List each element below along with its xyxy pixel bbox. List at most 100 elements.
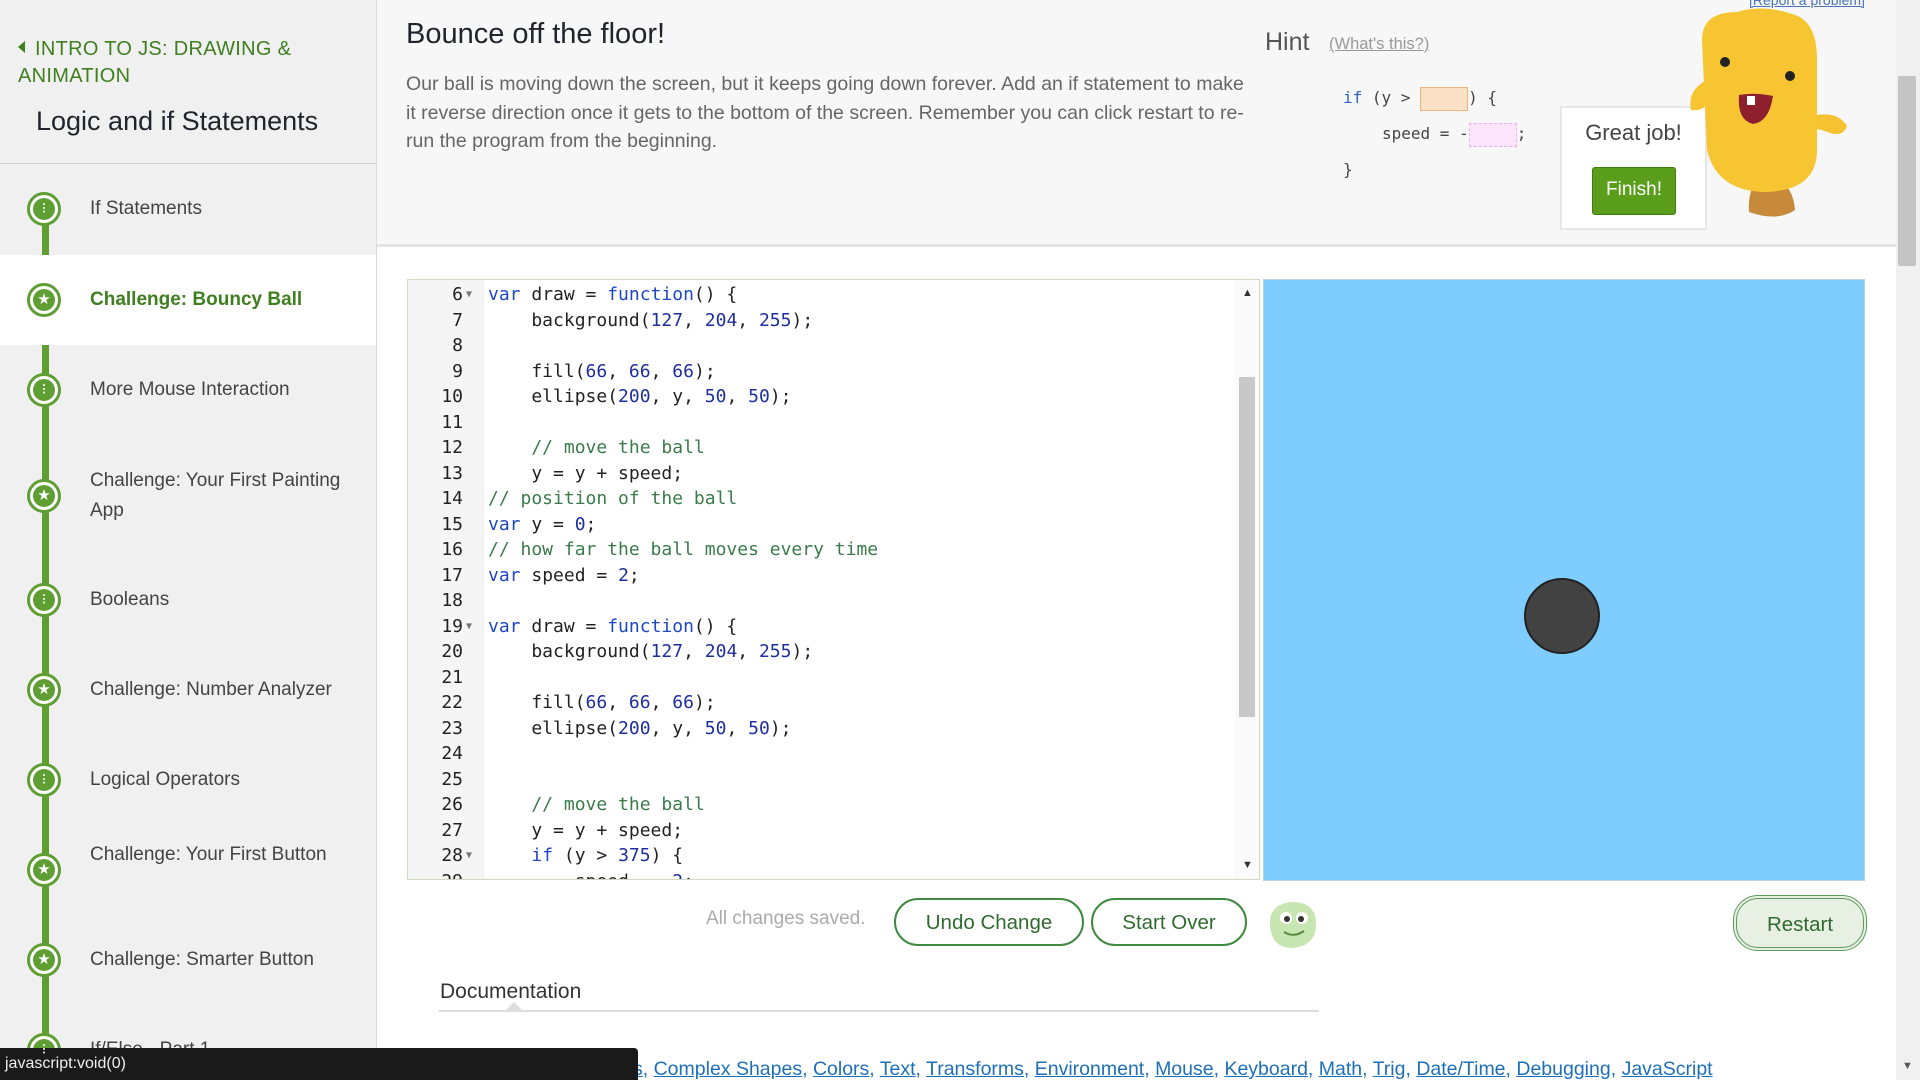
sidebar-item[interactable]: ★ Challenge: Number Analyzer — [0, 645, 376, 735]
talkthrough-icon: ⁝ — [27, 192, 61, 226]
doc-link[interactable]: Colors — [813, 1058, 869, 1080]
sidebar-item[interactable]: ⁝ Logical Operators — [0, 735, 376, 825]
lesson-title: Logic and if Statements — [36, 106, 319, 136]
doc-link[interactable]: JavaScript — [1622, 1058, 1713, 1080]
hint-code: if (y > ) { speed = -; } — [1343, 80, 1526, 188]
code-line[interactable]: if (y > 375) { — [408, 843, 1228, 869]
browser-status-bar: javascript:void(0) — [0, 1048, 638, 1080]
whats-this-link[interactable]: (What's this?) — [1329, 35, 1429, 54]
code-line[interactable]: // move the ball — [408, 435, 1228, 461]
sidebar-item-label: Challenge: Smarter Button — [90, 949, 314, 970]
code-line[interactable]: // how far the ball moves every time — [408, 537, 1228, 563]
code-line[interactable]: ellipse(200, y, 50, 50); — [408, 716, 1228, 742]
code-line[interactable]: fill(66, 66, 66); — [408, 359, 1228, 385]
sidebar-item[interactable]: ⁝ Booleans — [0, 555, 376, 645]
doc-link[interactable]: Debugging — [1516, 1058, 1610, 1080]
code-editor[interactable]: 6 ▼ 7 8 9 10 11 12 13 14 15 16 17 18 19 ▼ 20 21 22 23 24 25 26… — [407, 279, 1260, 880]
challenge-header: Bounce off the floor! Our ball is moving… — [377, 0, 1920, 247]
challenge-title: Bounce off the floor! — [406, 18, 666, 50]
tab-pointer-icon — [505, 1002, 523, 1011]
doc-link[interactable]: Trig — [1373, 1058, 1406, 1080]
doc-link[interactable]: Math — [1319, 1058, 1362, 1080]
talkthrough-icon: ⁝ — [27, 373, 61, 407]
sidebar-item[interactable]: ⁝ If Statements — [0, 164, 376, 254]
sidebar-item-label: Logical Operators — [90, 769, 240, 790]
doc-link[interactable]: Text — [880, 1058, 916, 1080]
sidebar-item[interactable]: ★ Challenge: Smarter Button — [0, 915, 376, 1005]
code-line[interactable]: ellipse(200, y, 50, 50); — [408, 384, 1228, 410]
code-line[interactable]: var y = 0; — [408, 512, 1228, 538]
hint-blank-condition — [1420, 86, 1469, 111]
talkthrough-icon: ⁝ — [27, 763, 61, 797]
sidebar-item[interactable]: ★ Challenge: Your First Painting App — [0, 451, 376, 541]
undo-change-button[interactable]: Undo Change — [894, 898, 1084, 946]
start-over-button[interactable]: Start Over — [1091, 898, 1247, 946]
sidebar-item[interactable]: ⁝ More Mouse Interaction — [0, 345, 376, 435]
challenge-star-icon: ★ — [27, 673, 61, 707]
code-line[interactable]: // position of the ball — [408, 486, 1228, 512]
code-line[interactable]: background(127, 204, 255); — [408, 308, 1228, 334]
breadcrumb-label[interactable]: INTRO TO JS: DRAWING & ANIMATION — [18, 38, 291, 87]
doc-link[interactable]: Environment — [1035, 1058, 1144, 1080]
hint-line-1: if (y > ) { — [1343, 80, 1526, 116]
code-line[interactable]: // move the ball — [408, 792, 1228, 818]
scroll-up-arrow-icon[interactable]: ▲ — [1242, 287, 1253, 299]
scroll-down-arrow-icon[interactable]: ▼ — [1902, 1060, 1913, 1072]
hint-blank-speed — [1468, 122, 1517, 147]
page-scrollbar[interactable]: ▼ — [1896, 0, 1920, 1080]
sidebar-item-label: More Mouse Interaction — [90, 379, 290, 400]
documentation-divider — [439, 1010, 1319, 1012]
sidebar-item[interactable]: ★ Challenge: Your First Button — [0, 825, 376, 915]
code-line[interactable] — [408, 410, 1228, 436]
talkthrough-icon: ⁝ — [27, 583, 61, 617]
code-line[interactable]: fill(66, 66, 66); — [408, 690, 1228, 716]
mascot-character-icon — [1690, 8, 1847, 217]
sidebar-item-label: Booleans — [90, 589, 170, 610]
doc-link[interactable]: Keyboard — [1224, 1058, 1307, 1080]
code-line[interactable]: y = y + speed; — [408, 461, 1228, 487]
doc-link[interactable]: Transforms — [926, 1058, 1024, 1080]
code-line[interactable] — [408, 741, 1228, 767]
sidebar: INTRO TO JS: DRAWING & ANIMATION Logic a… — [0, 0, 377, 1080]
code-line[interactable]: background(127, 204, 255); — [408, 639, 1228, 665]
sidebar-item-label: Challenge: Your First Button — [90, 844, 327, 865]
hint-line-3: } — [1343, 160, 1353, 179]
doc-link[interactable]: Date/Time — [1416, 1058, 1505, 1080]
sidebar-item[interactable]: ★ Challenge: Bouncy Ball — [0, 255, 376, 345]
sidebar-item-label: Challenge: Bouncy Ball — [90, 289, 303, 310]
challenge-star-icon: ★ — [27, 943, 61, 977]
scroll-down-arrow-icon[interactable]: ▼ — [1242, 859, 1253, 871]
documentation-heading: Documentation — [440, 980, 582, 1003]
sidebar-item-label: If Statements — [90, 198, 202, 219]
challenge-description: Our ball is moving down the screen, but … — [406, 73, 1244, 152]
code-line[interactable]: var draw = function() { — [408, 282, 1228, 308]
doc-link[interactable]: Complex Shapes — [654, 1058, 803, 1080]
finish-button[interactable]: Finish! — [1592, 167, 1676, 215]
code-line[interactable]: var speed = 2; — [408, 563, 1228, 589]
doc-link[interactable]: Mouse — [1155, 1058, 1214, 1080]
error-buddy-icon[interactable] — [1262, 896, 1322, 952]
sidebar-item-label: Challenge: Number Analyzer — [90, 679, 332, 700]
challenge-star-icon: ★ — [27, 853, 61, 887]
code-line[interactable]: speed = -2; — [408, 869, 1228, 880]
documentation-links: s, Complex Shapes, Colors, Text, Transfo… — [633, 1058, 1713, 1080]
breadcrumb[interactable]: INTRO TO JS: DRAWING & ANIMATION — [18, 36, 348, 90]
page-scroll-thumb[interactable] — [1898, 76, 1916, 266]
sidebar-item-label: Challenge: Your First Painting App — [90, 470, 341, 521]
caret-left-icon — [18, 41, 25, 53]
code-line[interactable] — [408, 767, 1228, 793]
editor-scrollbar[interactable]: ▲ ▼ — [1235, 280, 1259, 879]
restart-button[interactable]: Restart — [1733, 895, 1867, 951]
program-output-canvas[interactable] — [1263, 279, 1865, 881]
code-line[interactable] — [408, 665, 1228, 691]
code-line[interactable] — [408, 588, 1228, 614]
ball — [1524, 578, 1600, 654]
code-line[interactable] — [408, 333, 1228, 359]
challenge-star-icon: ★ — [27, 479, 61, 513]
hint-line-2: speed = -; — [1343, 116, 1526, 152]
code-line[interactable]: var draw = function() { — [408, 614, 1228, 640]
save-status: All changes saved. — [706, 908, 866, 929]
editor-scroll-thumb[interactable] — [1239, 377, 1255, 717]
code-line[interactable]: y = y + speed; — [408, 818, 1228, 844]
talkthrough-icon: ⁝ — [27, 1033, 61, 1067]
